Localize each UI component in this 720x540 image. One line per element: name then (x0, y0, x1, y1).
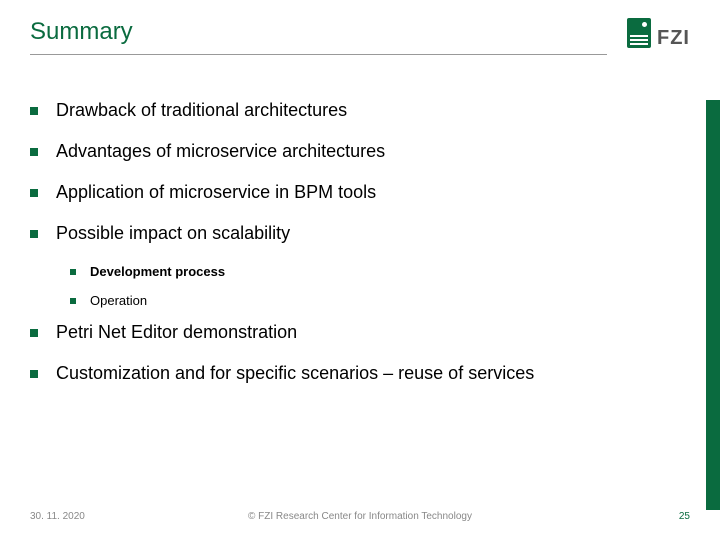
bullet-icon (30, 370, 38, 378)
title-underline: Summary (30, 18, 607, 55)
sub-bullet-item: Development process (70, 264, 680, 279)
bullet-item: Advantages of microservice architectures (30, 141, 680, 162)
footer-copyright: © FZI Research Center for Information Te… (30, 511, 690, 522)
footer-date: 30. 11. 2020 (30, 511, 85, 522)
slide-header: Summary FZI (30, 18, 690, 55)
bullet-text: Drawback of traditional architectures (56, 100, 347, 121)
bullet-text: Operation (90, 293, 147, 308)
bullet-icon (30, 107, 38, 115)
logo-text: FZI (657, 28, 690, 48)
bullet-text: Advantages of microservice architectures (56, 141, 385, 162)
accent-side-bar (706, 100, 720, 510)
bullet-icon (30, 148, 38, 156)
bullet-text: Possible impact on scalability (56, 223, 290, 244)
logo: FZI (627, 18, 690, 48)
bullet-item: Petri Net Editor demonstration (30, 322, 680, 343)
bullet-item: Application of microservice in BPM tools (30, 182, 680, 203)
bullet-item: Customization and for specific scenarios… (30, 363, 680, 384)
bullet-item: Drawback of traditional architectures (30, 100, 680, 121)
bullet-icon (70, 269, 76, 275)
bullet-item: Possible impact on scalability (30, 223, 680, 244)
bullet-icon (30, 189, 38, 197)
logo-icon (627, 18, 651, 48)
footer-page-number: 25 (679, 511, 690, 522)
bullet-text: Customization and for specific scenarios… (56, 363, 534, 384)
bullet-icon (30, 230, 38, 238)
slide-content: Drawback of traditional architectures Ad… (30, 100, 680, 404)
slide-footer: 30. 11. 2020 © FZI Research Center for I… (30, 511, 690, 522)
bullet-text: Application of microservice in BPM tools (56, 182, 376, 203)
bullet-text: Development process (90, 264, 225, 279)
bullet-icon (30, 329, 38, 337)
bullet-text: Petri Net Editor demonstration (56, 322, 297, 343)
slide-title: Summary (30, 18, 607, 52)
sub-bullet-item: Operation (70, 293, 680, 308)
bullet-icon (70, 298, 76, 304)
